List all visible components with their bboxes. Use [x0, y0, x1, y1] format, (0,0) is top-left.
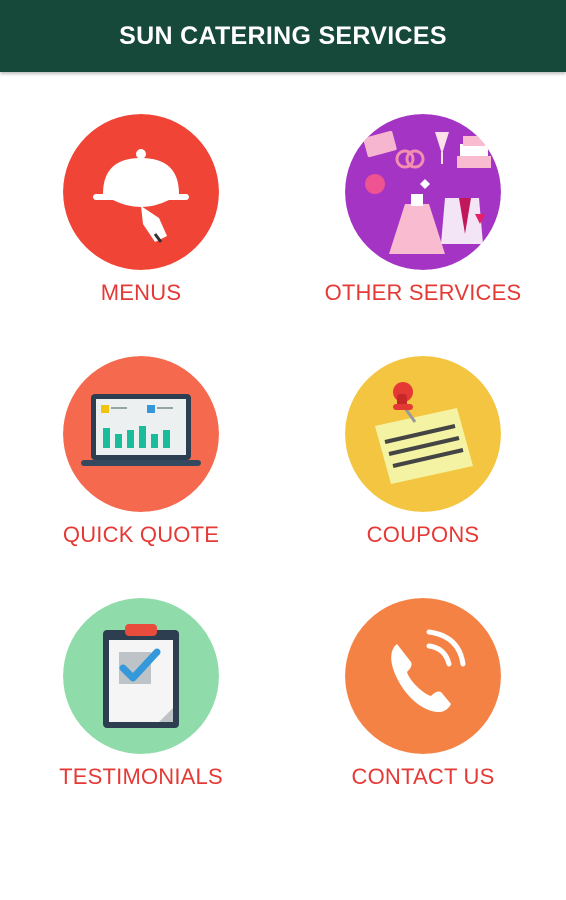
- testimonials-label: TESTIMONIALS: [59, 764, 223, 789]
- other-services-tile[interactable]: OTHER SERVICES: [313, 114, 533, 334]
- app-bar: SUN CATERING SERVICES: [0, 0, 566, 72]
- wedding-items-icon: [345, 114, 501, 270]
- coupons-label: COUPONS: [366, 522, 480, 547]
- laptop-chart-icon: [63, 356, 219, 512]
- quick-quote-tile[interactable]: QUICK QUOTE: [31, 356, 251, 576]
- testimonials-tile[interactable]: TESTIMONIALS: [31, 598, 251, 818]
- menus-label: MENUS: [100, 280, 182, 305]
- quick-quote-label: QUICK QUOTE: [62, 522, 220, 547]
- clipboard-check-icon: [63, 598, 219, 754]
- pinned-note-icon: [345, 356, 501, 512]
- coupons-tile[interactable]: COUPONS: [313, 356, 533, 576]
- menus-tile[interactable]: MENUS: [31, 114, 251, 334]
- other-services-label: OTHER SERVICES: [324, 280, 522, 305]
- contact-us-tile[interactable]: CONTACT US: [313, 598, 533, 818]
- contact-us-label: CONTACT US: [351, 764, 495, 789]
- serving-cloche-icon: [63, 114, 219, 270]
- phone-icon: [345, 598, 501, 754]
- app-title: SUN CATERING SERVICES: [119, 21, 447, 50]
